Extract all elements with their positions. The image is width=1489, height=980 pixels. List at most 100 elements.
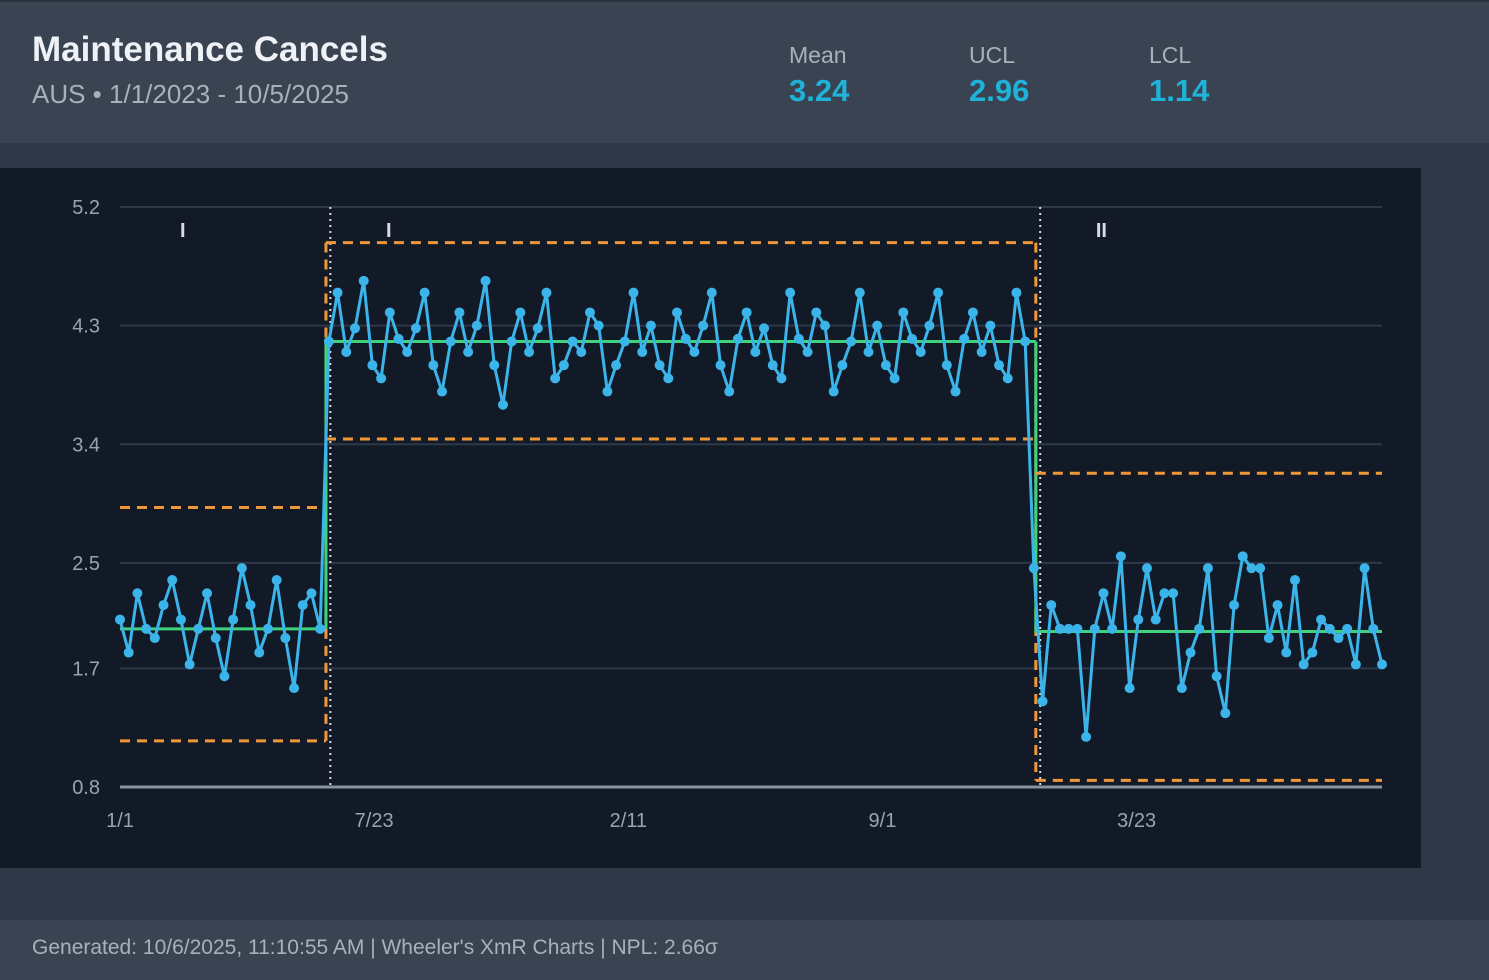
data-point bbox=[619, 336, 630, 347]
data-point bbox=[315, 623, 326, 634]
data-point bbox=[410, 323, 421, 334]
data-point bbox=[776, 373, 787, 384]
stat-ucl-value: 2.96 bbox=[969, 73, 1030, 108]
data-point bbox=[524, 347, 535, 357]
data-point bbox=[854, 287, 865, 298]
data-point bbox=[1246, 563, 1257, 574]
data-point bbox=[1020, 336, 1031, 347]
data-point bbox=[1298, 659, 1309, 670]
footer: Generated: 10/6/2025, 11:10:55 AM | Whee… bbox=[0, 920, 1489, 980]
data-point bbox=[1350, 659, 1361, 670]
data-point bbox=[358, 275, 369, 286]
chart-subtitle: AUS • 1/1/2023 - 10/5/2025 bbox=[32, 79, 349, 109]
data-point bbox=[1368, 623, 1379, 634]
phase-label: I bbox=[180, 220, 186, 242]
y-tick-label: 2.5 bbox=[72, 553, 100, 575]
data-point bbox=[1211, 671, 1222, 682]
data-point bbox=[349, 323, 360, 334]
data-point bbox=[698, 320, 709, 331]
data-point bbox=[262, 623, 273, 634]
data-point bbox=[158, 600, 169, 611]
x-tick-label: 2/11 bbox=[610, 810, 647, 832]
xmr-chart: 5.24.33.42.51.70.81/1 7/23 2/11 9/1 3/23I I II bbox=[72, 197, 1387, 832]
data-point bbox=[915, 347, 926, 357]
data-point bbox=[428, 360, 439, 371]
data-point bbox=[950, 386, 961, 397]
data-point bbox=[933, 287, 944, 298]
data-point bbox=[167, 575, 178, 586]
data-point bbox=[480, 275, 491, 286]
data-point bbox=[593, 320, 604, 331]
x-tick-label: 3/23 bbox=[1117, 810, 1156, 832]
data-point bbox=[132, 588, 143, 599]
data-point bbox=[1316, 614, 1327, 625]
data-point bbox=[689, 347, 700, 357]
data-point bbox=[611, 360, 622, 371]
data-point bbox=[1046, 600, 1057, 611]
data-point bbox=[1342, 623, 1353, 634]
data-point bbox=[1237, 551, 1248, 562]
data-point bbox=[584, 307, 595, 318]
data-point bbox=[236, 563, 247, 574]
data-point bbox=[289, 683, 300, 694]
data-point bbox=[715, 360, 726, 371]
data-point bbox=[437, 386, 448, 397]
data-point bbox=[680, 333, 691, 344]
data-point bbox=[1133, 614, 1144, 625]
data-point bbox=[1263, 633, 1274, 644]
stat-lcl: LCL 1.14 bbox=[1149, 42, 1209, 109]
data-point bbox=[802, 347, 813, 357]
data-point bbox=[1159, 588, 1170, 599]
data-point bbox=[637, 347, 648, 357]
data-point bbox=[1281, 647, 1292, 658]
data-point bbox=[863, 347, 874, 357]
data-point bbox=[463, 347, 474, 357]
data-point bbox=[1377, 659, 1387, 670]
data-point bbox=[506, 336, 517, 347]
data-point bbox=[515, 307, 526, 318]
data-point bbox=[367, 360, 378, 371]
data-point bbox=[332, 287, 343, 298]
chart-panel: 5.2 4.3 3.4 2.5 1.7 0.8 1/1 7/23 2/11 9/1 3/23 I I II bbox=[0, 168, 1421, 868]
data-point bbox=[149, 633, 160, 644]
data-point bbox=[959, 333, 970, 344]
data-point bbox=[941, 360, 952, 371]
data-point bbox=[793, 333, 804, 344]
stat-ucl: UCL 2.96 bbox=[969, 42, 1029, 109]
data-point bbox=[880, 360, 891, 371]
data-point bbox=[123, 647, 134, 658]
data-point bbox=[1150, 614, 1161, 625]
phase-label: I bbox=[386, 220, 392, 242]
chart-title: Maintenance Cancels bbox=[32, 30, 388, 69]
data-point bbox=[445, 336, 456, 347]
data-point bbox=[785, 287, 796, 298]
footer-text: Generated: 10/6/2025, 11:10:55 AM | Whee… bbox=[32, 936, 718, 959]
data-point bbox=[1255, 563, 1266, 574]
data-point bbox=[567, 336, 578, 347]
scroll-content-strip bbox=[0, 868, 1489, 920]
data-point bbox=[228, 614, 239, 625]
data-point bbox=[471, 320, 482, 331]
phase-label: II bbox=[1096, 220, 1107, 242]
stat-mean-value: 3.24 bbox=[789, 73, 850, 108]
data-point bbox=[976, 347, 987, 357]
data-point bbox=[1289, 575, 1300, 586]
data-point bbox=[193, 623, 204, 634]
data-point bbox=[1168, 588, 1179, 599]
data-point bbox=[1185, 647, 1196, 658]
data-point bbox=[924, 320, 935, 331]
y-tick-label: 5.2 bbox=[72, 197, 100, 219]
data-point bbox=[271, 575, 282, 586]
data-point bbox=[489, 360, 500, 371]
data-point bbox=[985, 320, 996, 331]
x-tick-label: 9/1 bbox=[869, 810, 897, 832]
data-point bbox=[1324, 623, 1335, 634]
data-point bbox=[907, 333, 918, 344]
data-point bbox=[628, 287, 639, 298]
data-point bbox=[393, 333, 404, 344]
data-point bbox=[280, 633, 291, 644]
data-point bbox=[1202, 563, 1213, 574]
data-point bbox=[602, 386, 613, 397]
data-point bbox=[1194, 623, 1205, 634]
data-point bbox=[210, 633, 221, 644]
